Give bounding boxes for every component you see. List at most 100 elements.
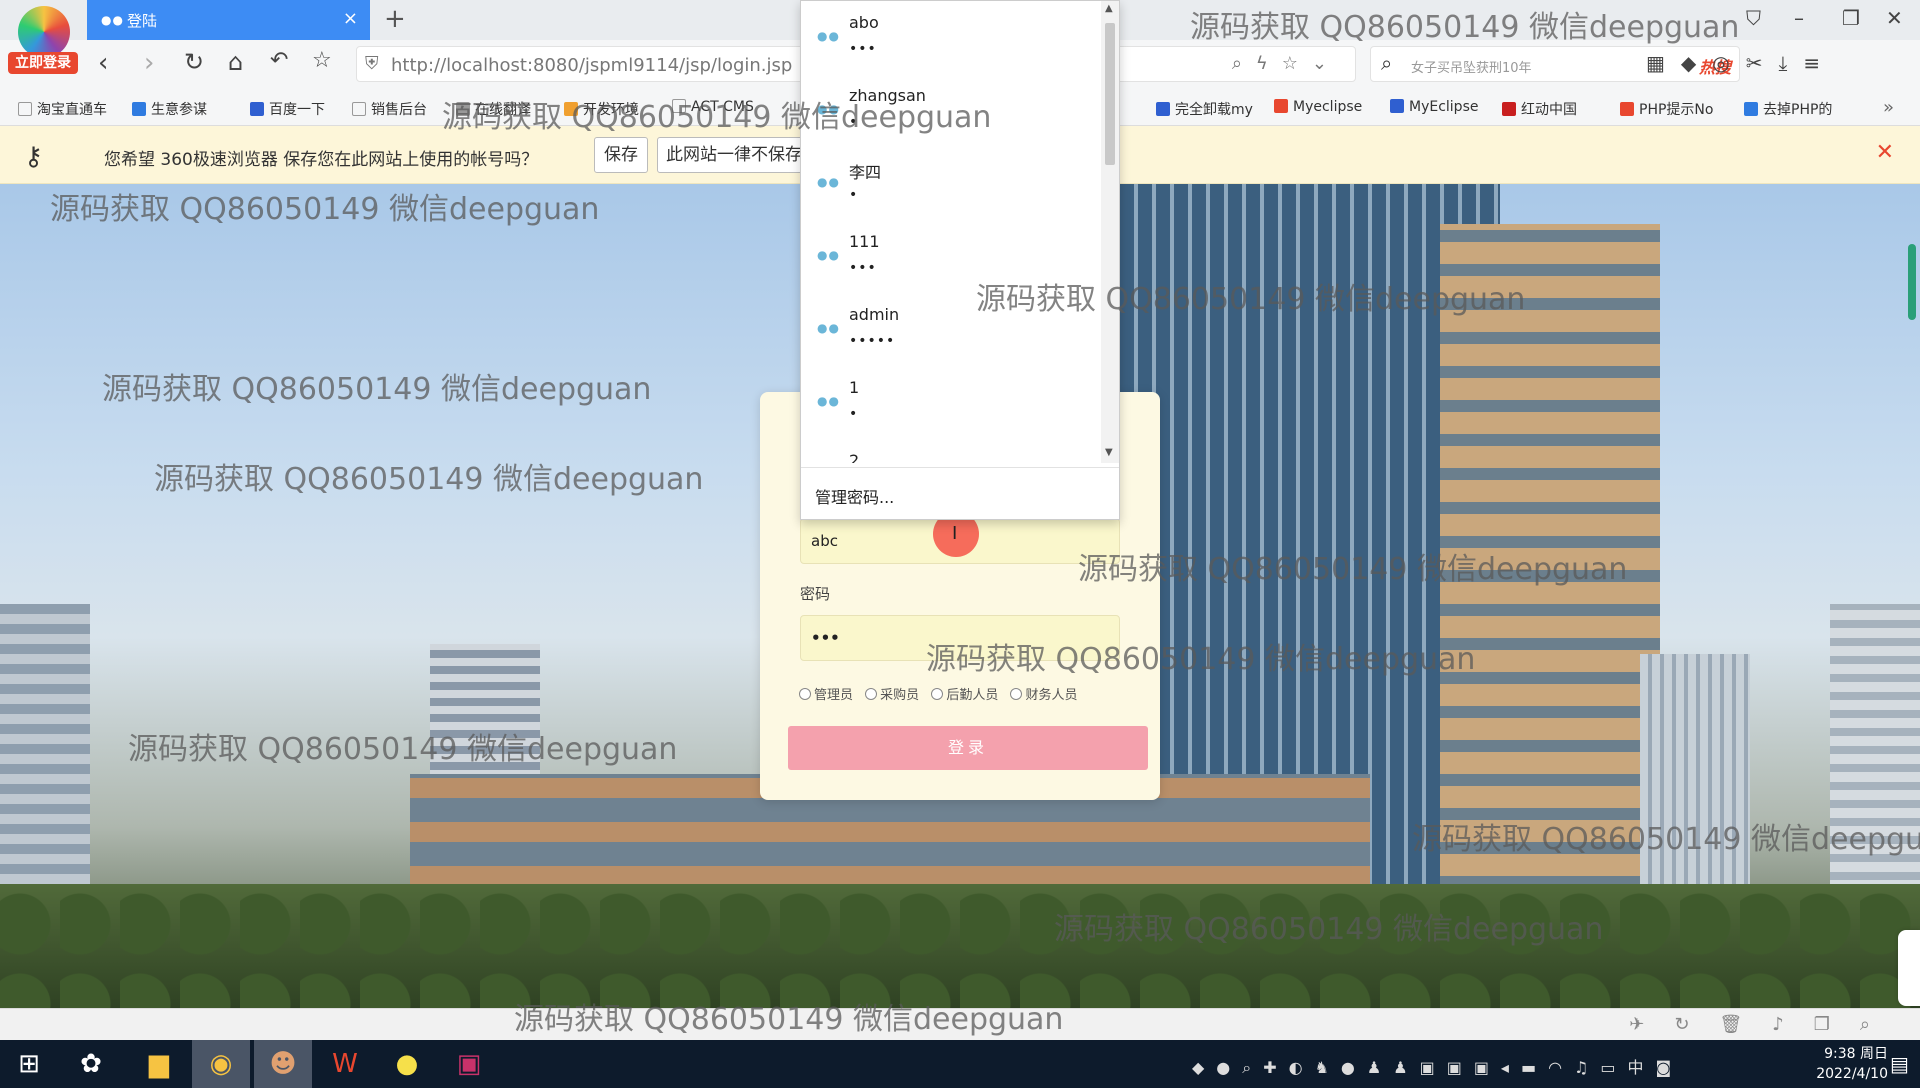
side-widget-tab[interactable]	[1898, 930, 1920, 1006]
save-password-button[interactable]: 保存	[594, 137, 648, 173]
bookmark-label: 百度一下	[269, 102, 325, 118]
radio-icon	[931, 688, 944, 700]
minimize-icon[interactable]: –	[1794, 6, 1804, 30]
watermark: 源码获取 QQ86050149 微信deepguan	[976, 282, 1526, 317]
bookmark-item[interactable]: MyEclipse	[1390, 99, 1478, 115]
restore-icon[interactable]: ❐	[1842, 6, 1860, 30]
wps-office-icon[interactable]: W	[316, 1040, 374, 1088]
watermark: 源码获取 QQ86050149 微信deepguan	[102, 372, 652, 407]
saved-account-item[interactable]: ●● 李四 •	[801, 147, 1103, 220]
page-scrollbar[interactable]	[1908, 244, 1916, 320]
bookmark-item[interactable]: 销售后台	[352, 99, 427, 119]
saved-accounts-list: ●● abo ••• ●● zhangsan • ●● 李四 • ●● 111 …	[801, 1, 1103, 463]
tab-login[interactable]: ●● 登陆 ×	[87, 0, 370, 40]
system-clock[interactable]: 9:38 周日 2022/4/10	[1804, 1044, 1888, 1084]
new-tab-icon[interactable]: +	[384, 4, 406, 34]
extension-icons[interactable]: ▦◆◎✂⤓≡	[1646, 51, 1836, 75]
windows-start-icon[interactable]: ⊞	[0, 1040, 58, 1088]
never-save-button[interactable]: 此网站一律不保存	[657, 137, 807, 173]
bookmark-item[interactable]: 去掉PHP的	[1744, 99, 1832, 119]
login-submit-button[interactable]: 登录	[788, 726, 1148, 770]
scroll-up-icon[interactable]: ▲	[1105, 3, 1113, 14]
autofill-dropdown: ●● abo ••• ●● zhangsan • ●● 李四 • ●● 111 …	[800, 0, 1120, 520]
site-icon	[1502, 102, 1516, 116]
key-icon: ⚷	[24, 142, 44, 172]
forward-icon[interactable]: ›	[144, 48, 154, 78]
watermark: 源码获取 QQ86050149 微信deepguan	[926, 642, 1476, 677]
undo-close-icon[interactable]: ↶	[270, 48, 288, 73]
save-password-message: 您希望 360极速浏览器 保存您在此网站上使用的帐号吗？	[104, 150, 539, 170]
trees	[0, 884, 1920, 1008]
saved-username: abo	[849, 13, 879, 32]
bookmark-star-icon[interactable]: ☆	[312, 48, 332, 73]
close-icon[interactable]: ✕	[1876, 140, 1894, 165]
file-explorer-icon[interactable]: ▆	[130, 1040, 188, 1088]
browser-taskbar-icon[interactable]: ◉	[192, 1040, 250, 1088]
manage-passwords-link[interactable]: 管理密码...	[801, 467, 1119, 519]
bookmark-label: 销售后台	[371, 102, 427, 118]
browser-login-badge[interactable]: 立即登录	[8, 6, 80, 78]
app-switch-icon[interactable]: ✿	[62, 1040, 120, 1088]
status-bar-icons[interactable]: ✈↻🗑♪❐⌕	[1629, 1014, 1900, 1035]
windows-taskbar: ⊞ ✿ ▆ ◉ ☻ W ● ▣ ◆●⌕✚◐♞●♟♟▣▣▣◂▬◠♫▭中◙ 9:38…	[0, 1040, 1920, 1088]
bookmark-label: 淘宝直通车	[37, 102, 107, 118]
role-label: 采购员	[880, 688, 920, 703]
home-icon[interactable]: ⌂	[228, 48, 243, 76]
back-icon[interactable]: ‹	[98, 48, 108, 78]
role-label: 管理员	[814, 688, 854, 703]
role-option[interactable]: 后勤人员	[931, 684, 998, 703]
bookmark-item[interactable]: 红动中国	[1502, 99, 1577, 119]
notification-icon[interactable]: ▤	[1890, 1052, 1909, 1076]
text-cursor-icon: I	[952, 523, 958, 544]
saved-account-item[interactable]: ●● 2	[801, 439, 1103, 463]
watermark: 源码获取 QQ86050149 微信deepguan	[154, 462, 704, 497]
site-icon	[1274, 99, 1288, 113]
close-window-icon[interactable]: ✕	[1886, 6, 1903, 30]
scrollbar-thumb[interactable]	[1105, 23, 1115, 165]
tab-title: 登陆	[127, 12, 158, 30]
tab-close-icon[interactable]: ×	[343, 8, 358, 29]
key-icon: ●●	[817, 321, 840, 335]
clock-date: 2022/4/10	[1816, 1066, 1888, 1082]
bookmark-label: PHP提示No	[1639, 102, 1714, 118]
saved-account-item[interactable]: ●● 1 •	[801, 366, 1103, 439]
saved-username: admin	[849, 305, 900, 324]
site-icon	[1390, 99, 1404, 113]
watermark: 源码获取 QQ86050149 微信deepguan	[1078, 552, 1628, 587]
bookmarks-more-icon[interactable]: »	[1883, 97, 1894, 118]
scroll-down-icon[interactable]: ▼	[1105, 447, 1113, 458]
role-option[interactable]: 采购员	[865, 684, 919, 703]
browser-login-label: 立即登录	[8, 52, 78, 74]
baidu-icon	[250, 102, 264, 116]
password-label: 密码	[800, 585, 831, 603]
site-icon	[1744, 102, 1758, 116]
reload-icon[interactable]: ↻	[184, 48, 204, 76]
user-avatar-icon[interactable]: ☻	[254, 1040, 312, 1088]
skin-icon[interactable]: ⛉	[1746, 6, 1761, 30]
role-option[interactable]: 财务人员	[1010, 684, 1077, 703]
saved-account-item[interactable]: ●● abo •••	[801, 1, 1103, 74]
saved-username: 李四	[849, 163, 882, 182]
system-tray-icons[interactable]: ◆●⌕✚◐♞●♟♟▣▣▣◂▬◠♫▭中◙	[1192, 1054, 1683, 1078]
chat-app-icon[interactable]: ●	[378, 1040, 436, 1088]
bookmark-label: Myeclipse	[1293, 99, 1363, 115]
watermark: 源码获取 QQ86050149 微信deepguan	[1054, 912, 1604, 947]
saved-password-mask: •••	[849, 260, 877, 276]
search-hint: 女子买吊坠获刑10年	[1411, 61, 1532, 76]
bookmark-item[interactable]: PHP提示No	[1620, 99, 1713, 119]
bookmark-item[interactable]: 百度一下	[250, 99, 325, 119]
ide-icon[interactable]: ▣	[440, 1040, 498, 1088]
bookmark-item[interactable]: 淘宝直通车	[18, 99, 107, 119]
bookmark-item[interactable]: 完全卸载my	[1156, 99, 1253, 119]
watermark: 源码获取 QQ86050149 微信deepguan	[442, 100, 992, 135]
bookmark-item[interactable]: Myeclipse	[1274, 99, 1362, 115]
dropdown-scrollbar[interactable]: ▲ ▼	[1101, 1, 1119, 463]
bookmark-item[interactable]: 生意参谋	[132, 99, 207, 119]
radio-icon	[865, 688, 878, 700]
watermark: 源码获取 QQ86050149 微信deepguan	[50, 192, 600, 227]
role-option[interactable]: 管理员	[799, 684, 853, 703]
bookmark-label: 完全卸载my	[1175, 102, 1253, 118]
saved-password-mask: •	[849, 406, 859, 422]
bookmark-label: 生意参谋	[151, 102, 207, 118]
address-tools-icons[interactable]: ⌕ϟ☆⌄	[1232, 53, 1341, 74]
